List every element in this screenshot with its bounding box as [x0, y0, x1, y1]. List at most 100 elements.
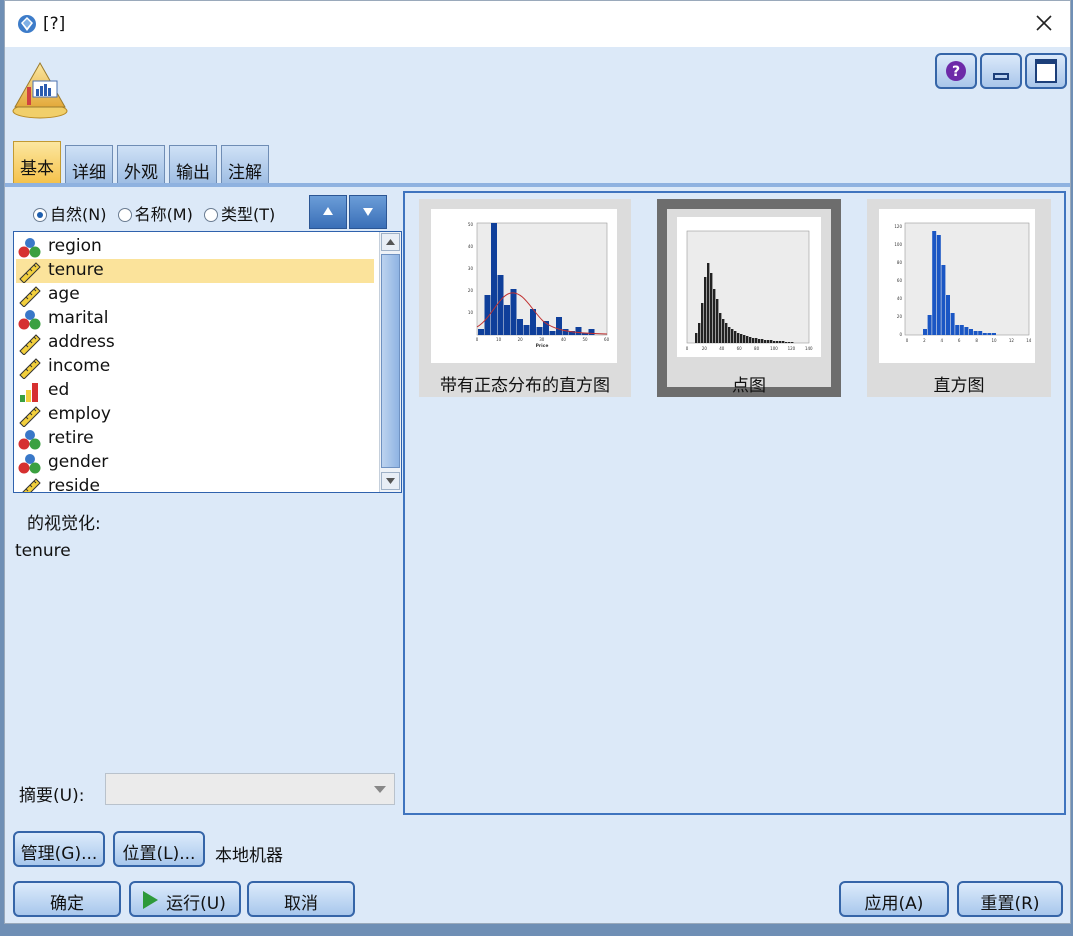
x-tick-label: 120 [788, 346, 796, 351]
x-tick-label: 2 [923, 338, 926, 343]
histogram-bar [530, 309, 536, 335]
chevron-down-icon [374, 786, 386, 793]
field-list-scrollbar[interactable] [379, 232, 401, 492]
list-item[interactable]: employ [16, 403, 374, 427]
sort-descending-button[interactable] [349, 195, 387, 229]
cancel-button[interactable]: 取消 [247, 881, 355, 917]
location-value: 本地机器 [215, 846, 283, 866]
dot-column [695, 333, 698, 343]
list-item[interactable]: gender [16, 451, 374, 475]
sort-ascending-button[interactable] [309, 195, 347, 229]
list-item-selected[interactable]: tenure [16, 259, 374, 283]
histogram-bar [517, 319, 523, 335]
histogram-bar [504, 305, 510, 335]
ok-button[interactable]: 确定 [13, 881, 121, 917]
close-icon[interactable] [1032, 11, 1056, 35]
tab-output[interactable]: 输出 [169, 145, 217, 184]
x-tick-label: 100 [770, 346, 778, 351]
visualization-value: tenure [15, 541, 71, 561]
sort-name-radio[interactable]: 名称(M) [117, 201, 193, 225]
dot-column [707, 263, 710, 343]
dot-column [743, 335, 746, 343]
run-button[interactable]: 运行(U) [129, 881, 241, 917]
apply-button[interactable]: 应用(A) [839, 881, 949, 917]
continuous-ruler-icon [19, 358, 41, 379]
radio-selected [33, 208, 47, 222]
list-item[interactable]: marital [16, 307, 374, 331]
histogram-bar [923, 329, 927, 335]
title-bar: [?] [5, 1, 1070, 47]
x-tick-label: 6 [958, 338, 961, 343]
list-item[interactable]: region [16, 235, 374, 259]
sort-natural-radio[interactable]: 自然(N) [33, 201, 106, 225]
tab-label: 外观 [124, 163, 158, 183]
help-icon: ? [946, 61, 966, 81]
histogram-bar [964, 327, 969, 335]
list-item[interactable]: income [16, 355, 374, 379]
y-tick-label: 30 [468, 266, 474, 271]
tab-detail[interactable]: 详细 [65, 145, 113, 184]
x-tick-label: 0 [686, 346, 689, 351]
maximize-button[interactable] [1025, 53, 1067, 89]
hist-normal-xlabel: Price [536, 343, 549, 349]
field-list[interactable]: region tenure age marital address income… [13, 231, 402, 493]
reset-button[interactable]: 重置(R) [957, 881, 1063, 917]
summary-dropdown[interactable] [105, 773, 395, 805]
histogram-bar [978, 331, 983, 335]
list-item[interactable]: ed [16, 379, 374, 403]
histogram-bar [932, 231, 937, 335]
dot-column [725, 323, 728, 343]
list-item[interactable]: retire [16, 427, 374, 451]
dot-column [758, 339, 761, 343]
dot-column [713, 289, 716, 343]
scrollbar-thumb[interactable] [381, 254, 400, 468]
dot-column [776, 341, 779, 343]
location-button[interactable]: 位置(L)... [113, 831, 205, 867]
nominal-icon [18, 430, 41, 450]
graph-type-histogram-normal[interactable]: 10 20 30 40 50 0 10 20 30 40 50 60 Price 带有正态分布的直方… [419, 199, 631, 397]
graph-type-histogram[interactable]: 0 20 40 60 80 100 120 0 2 4 6 8 10 12 14 直方图 [867, 199, 1051, 397]
graph-type-dotplot[interactable]: 0 20 40 60 80 100 120 140 点图 [657, 199, 841, 397]
radio-unselected [117, 208, 132, 222]
scroll-down-button[interactable] [381, 472, 400, 490]
tab-annotation[interactable]: 注解 [221, 145, 269, 184]
histogram-bar [936, 235, 941, 335]
list-item[interactable]: age [16, 283, 374, 307]
tab-label: 输出 [176, 163, 210, 183]
manage-button[interactable]: 管理(G)... [13, 831, 105, 867]
x-tick-label: 10 [496, 337, 502, 342]
histogram-bar [927, 315, 932, 335]
ordinal-bar-icon [20, 383, 38, 402]
y-tick-label: 20 [468, 288, 474, 293]
help-button[interactable]: ? [935, 53, 977, 89]
list-item[interactable]: address [16, 331, 374, 355]
minimize-button[interactable] [980, 53, 1022, 89]
histogram-bar [941, 265, 946, 335]
scroll-up-button[interactable] [381, 233, 400, 251]
dot-column [737, 333, 740, 343]
tab-basic[interactable]: 基本 [13, 141, 61, 185]
button-label: 重置(R) [980, 894, 1040, 914]
sort-natural-label: 自然(N) [50, 205, 107, 224]
arrow-up-icon [323, 207, 333, 215]
histogram-bar [950, 313, 955, 335]
list-item[interactable]: reside [16, 475, 374, 492]
minimize-icon [993, 73, 1009, 80]
histogram-normal-thumbnail: 10 20 30 40 50 0 10 20 30 40 50 60 Price [431, 209, 617, 363]
dot-column [731, 329, 734, 343]
scroll-up-icon [386, 239, 395, 245]
continuous-ruler-icon [19, 334, 41, 355]
histogram-bar [946, 295, 950, 335]
sort-type-radio[interactable]: 类型(T) [203, 201, 275, 225]
dot-column [752, 338, 755, 343]
button-label: 应用(A) [864, 894, 924, 914]
histogram-bar [478, 329, 484, 335]
x-tick-label: 40 [719, 346, 725, 351]
tab-appearance[interactable]: 外观 [117, 145, 165, 184]
dot-column [746, 336, 749, 343]
dot-column [767, 340, 770, 343]
histogram-bar [549, 331, 556, 335]
dot-column [788, 342, 791, 343]
histogram-bar [523, 325, 530, 335]
x-tick-label: 20 [702, 346, 708, 351]
